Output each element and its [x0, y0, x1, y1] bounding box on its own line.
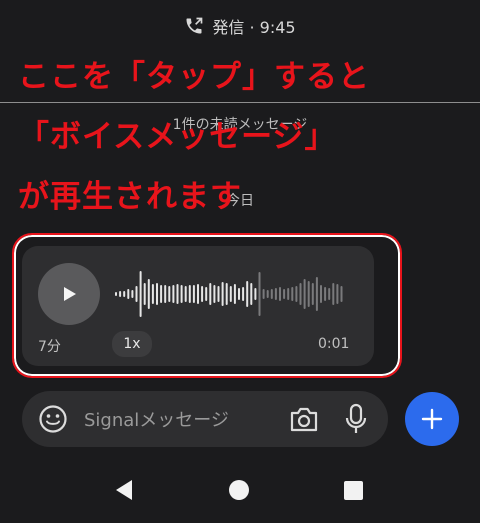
waveform-bar [221, 282, 224, 306]
waveform-bar [250, 283, 253, 305]
waveform-bar [213, 285, 216, 303]
annotation-line-3: が再生されます [18, 179, 242, 215]
header-divider [0, 102, 480, 103]
waveform-bar [274, 288, 277, 300]
waveform-bar [172, 285, 175, 303]
waveform-bar [336, 284, 339, 304]
message-time: 7分 [38, 339, 61, 355]
waveform-bar [115, 292, 117, 296]
waveform[interactable] [115, 268, 355, 320]
waveform-bar [201, 286, 204, 302]
emoji-icon[interactable] [38, 404, 68, 434]
waveform-bar [307, 281, 310, 307]
waveform-bar [168, 286, 171, 302]
waveform-bar [225, 283, 228, 305]
play-button[interactable] [38, 263, 100, 325]
waveform-bar [266, 290, 269, 298]
annotation-line-2: 「ボイスメッセージ」 [18, 119, 337, 155]
waveform-bar [192, 285, 195, 303]
waveform-bar [119, 291, 122, 297]
waveform-bar [131, 290, 134, 298]
waveform-bar [320, 285, 322, 303]
play-icon [64, 287, 76, 301]
waveform-bar [283, 289, 286, 299]
waveform-bar [180, 285, 183, 303]
waveform-bar [135, 286, 138, 302]
waveform-bar [184, 286, 187, 302]
waveform-bar [315, 277, 318, 311]
waveform-bar [332, 283, 335, 305]
waveform-bar [311, 283, 314, 305]
home-icon[interactable] [229, 480, 249, 500]
waveform-bar [258, 272, 261, 316]
waveform-bar [217, 286, 220, 302]
waveform-bar [147, 279, 150, 309]
waveform-bar [143, 283, 146, 305]
waveform-bar [238, 288, 240, 300]
waveform-bar [209, 283, 212, 305]
waveform-bar [164, 285, 167, 303]
waveform-bar [242, 287, 245, 301]
waveform-bar [139, 271, 142, 317]
audio-duration: 0:01 [318, 336, 350, 352]
waveform-bar [295, 286, 298, 302]
waveform-bar [229, 286, 232, 302]
waveform-bar [303, 279, 306, 309]
waveform-bar [328, 288, 331, 300]
back-icon[interactable] [114, 478, 134, 502]
waveform-bar [324, 287, 327, 301]
call-status-bar[interactable]: 発信 · 9:45 [0, 0, 480, 52]
waveform-bar [287, 288, 290, 300]
waveform-bar [270, 289, 273, 299]
waveform-bar [176, 284, 179, 304]
add-attachment-button[interactable] [405, 392, 459, 446]
waveform-bar [246, 281, 249, 307]
waveform-bar [188, 285, 191, 303]
camera-icon[interactable] [289, 405, 319, 433]
outgoing-call-icon [186, 17, 203, 34]
waveform-bar [262, 289, 265, 299]
waveform-bar [233, 284, 236, 304]
waveform-bar [123, 291, 126, 297]
call-status-label: 発信 · 9:45 [212, 18, 296, 37]
waveform-bar [254, 288, 257, 300]
message-input[interactable] [84, 405, 269, 435]
waveform-bar [279, 287, 281, 301]
waveform-bar [205, 287, 208, 301]
playback-speed-button[interactable]: 1x [112, 331, 152, 357]
waveform-bar [340, 286, 343, 302]
waveform-bar [299, 283, 302, 305]
waveform-bar [160, 285, 163, 303]
plus-icon [421, 408, 443, 430]
waveform-bar [127, 289, 130, 299]
waveform-bar [156, 283, 158, 305]
annotation-line-1: ここを「タップ」すると [18, 59, 370, 95]
waveform-bar [151, 284, 154, 304]
recents-icon[interactable] [344, 481, 363, 500]
mic-icon[interactable] [343, 403, 369, 435]
waveform-bar [291, 287, 294, 301]
waveform-bar [197, 284, 199, 304]
